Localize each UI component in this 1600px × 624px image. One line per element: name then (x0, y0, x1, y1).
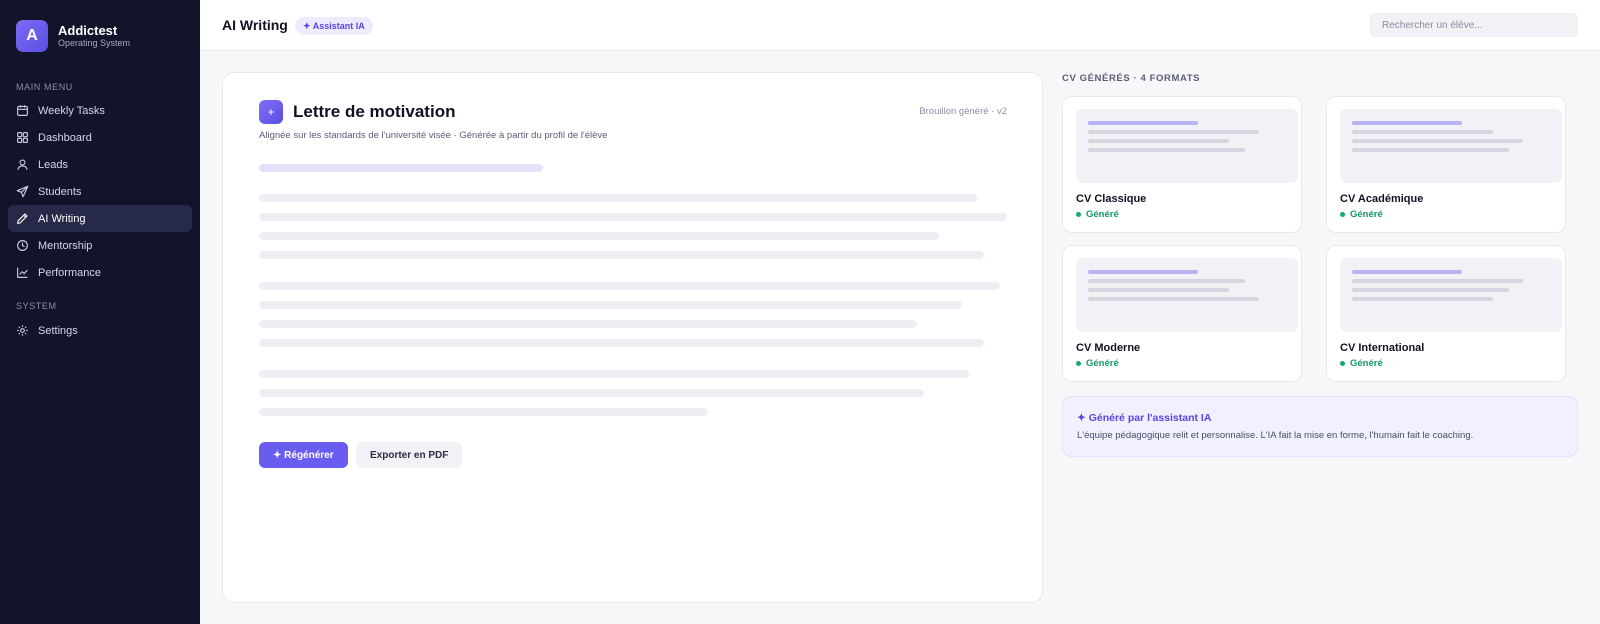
brand-name: Addictest (58, 23, 118, 38)
cv-name: CV International (1340, 342, 1425, 354)
ai-note-text: L'équipe pédagogique relit et personnali… (1077, 430, 1474, 441)
letter-title: Lettre de motivation (293, 102, 456, 121)
brand-logo: A (16, 20, 48, 52)
sidebar-item-weekly-tasks[interactable]: Weekly Tasks (8, 97, 192, 124)
sidebar-item-dashboard[interactable]: Dashboard (8, 124, 192, 151)
sidebar-item-label: Dashboard (38, 131, 92, 144)
cv-card-classique[interactable]: CV Classique Généré (1062, 96, 1302, 233)
sidebar-item-label: AI Writing (38, 212, 86, 225)
cv-card-academique[interactable]: CV Académique Généré (1326, 96, 1566, 233)
skeleton-line (259, 232, 939, 240)
calendar-icon (17, 105, 28, 116)
sidebar-item-leads[interactable]: Leads (8, 151, 192, 178)
cv-name: CV Académique (1340, 193, 1424, 205)
sidebar-item-label: Leads (38, 158, 68, 171)
cv-name: CV Moderne (1076, 342, 1141, 354)
letter-card: + Lettre de motivation Brouillon généré … (222, 72, 1043, 603)
cv-preview (1076, 109, 1298, 183)
sidebar-item-label: Weekly Tasks (38, 104, 105, 117)
skeleton-line (259, 339, 984, 347)
cv-preview (1340, 258, 1562, 332)
sidebar-item-students[interactable]: Students (8, 178, 192, 205)
send-icon (16, 185, 29, 198)
cv-card-international[interactable]: CV International Généré (1326, 245, 1566, 382)
skeleton-line (259, 320, 917, 328)
status-dot-icon (1076, 212, 1081, 217)
skeleton-line (259, 213, 1007, 221)
system-label: SYSTEM (16, 301, 57, 311)
status-dot-icon (1076, 361, 1081, 366)
skeleton-line (259, 301, 962, 309)
sidebar: A Addictest Operating System MAIN MENU W… (0, 0, 200, 624)
chart-icon (17, 267, 28, 278)
status-badge: Généré (1076, 209, 1119, 220)
brand-subtitle: Operating System (58, 38, 131, 48)
skeleton-line (259, 370, 969, 378)
topbar: AI Writing ✦ Assistant IA (200, 0, 1600, 51)
status-dot-icon (1340, 361, 1345, 366)
sidebar-item-label: Settings (38, 324, 78, 337)
cv-preview (1340, 109, 1562, 183)
grid-icon (17, 132, 28, 143)
page-title: AI Writing (222, 17, 288, 33)
skeleton-line (259, 282, 1000, 290)
sidebar-item-settings[interactable]: Settings (8, 317, 192, 344)
clock-icon (17, 240, 28, 251)
sidebar-item-performance[interactable]: Performance (8, 259, 192, 286)
cv-section-heading: CV GÉNÉRÉS · 4 FORMATS (1062, 73, 1201, 84)
skeleton-line (259, 251, 984, 259)
cv-name: CV Classique (1076, 193, 1147, 205)
letter-subtitle: Alignée sur les standards de l'universit… (259, 130, 608, 141)
pen-icon (17, 213, 28, 224)
assistant-badge: ✦ Assistant IA (295, 17, 373, 35)
brand[interactable]: A Addictest Operating System (16, 20, 130, 52)
search-input[interactable] (1370, 13, 1578, 37)
cv-card-moderne[interactable]: CV Moderne Généré (1062, 245, 1302, 382)
ai-note-title: ✦ Généré par l'assistant IA (1077, 412, 1212, 424)
status-dot-icon (1340, 212, 1345, 217)
main-menu-label: MAIN MENU (16, 82, 73, 92)
user-icon (17, 159, 28, 170)
sparkle-icon: + (259, 100, 283, 124)
status-badge: Généré (1076, 358, 1119, 369)
export-pdf-button[interactable]: Exporter en PDF (356, 442, 463, 468)
draft-version: Brouillon généré · v2 (919, 106, 1007, 117)
regenerate-button[interactable]: ✦ Régénérer (259, 442, 348, 468)
skeleton-line (259, 389, 924, 397)
cv-preview (1076, 258, 1298, 332)
ai-note: ✦ Généré par l'assistant IA L'équipe péd… (1062, 396, 1578, 457)
sidebar-item-ai-writing[interactable]: AI Writing (8, 205, 192, 232)
skeleton-line (259, 194, 977, 202)
status-badge: Généré (1340, 209, 1383, 220)
status-badge: Généré (1340, 358, 1383, 369)
sidebar-item-label: Mentorship (38, 239, 93, 252)
sidebar-item-label: Students (38, 185, 82, 198)
gear-icon (17, 325, 28, 336)
sidebar-item-label: Performance (38, 266, 101, 279)
skeleton-line (259, 408, 708, 416)
sidebar-item-mentorship[interactable]: Mentorship (8, 232, 192, 259)
skeleton-heading (259, 164, 543, 172)
